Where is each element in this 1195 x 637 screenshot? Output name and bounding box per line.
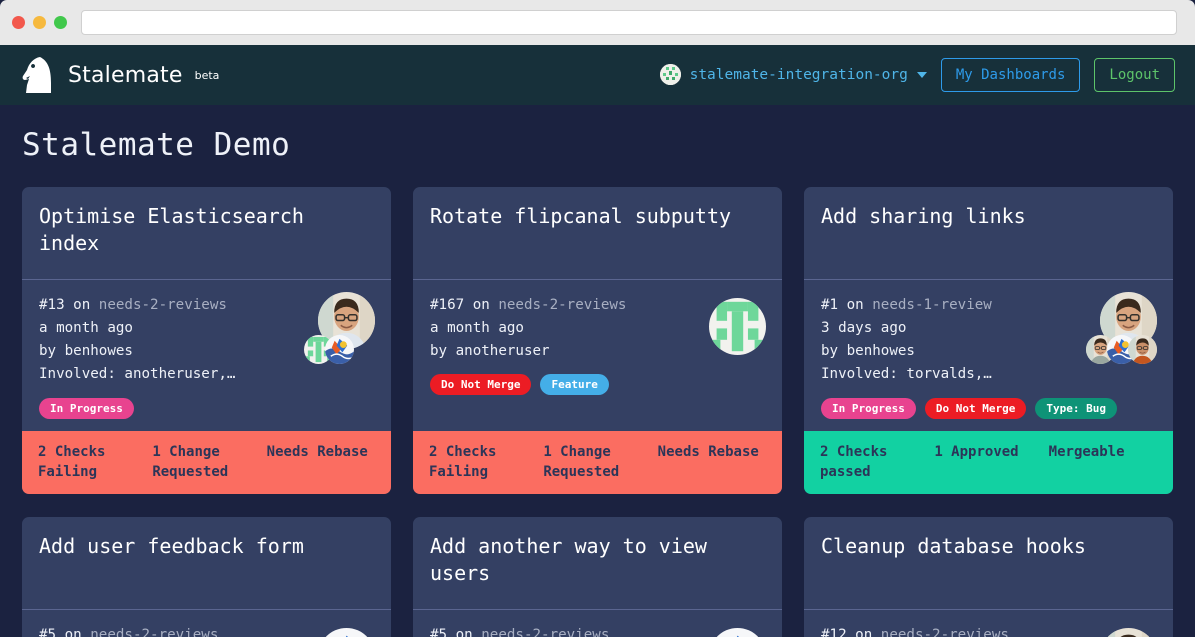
pull-request-card-grid: Optimise Elasticsearch index #13 on needs… (22, 187, 1173, 637)
card-title: Add another way to view users (430, 534, 707, 586)
minimize-window-button[interactable] (33, 16, 46, 29)
my-dashboards-button[interactable]: My Dashboards (940, 57, 1081, 93)
maximize-window-button[interactable] (54, 16, 67, 29)
on-label: on (64, 627, 91, 637)
pr-involved: Involved: anotheruser,… (39, 366, 236, 383)
pull-request-card[interactable]: Add another way to view users #5 on needs… (413, 517, 782, 637)
branch-label[interactable]: needs-1-review (872, 297, 992, 313)
card-body: #5 on needs-2-reviews (22, 610, 391, 637)
org-avatar-icon (659, 64, 681, 86)
logout-button[interactable]: Logout (1094, 57, 1175, 93)
pull-request-card[interactable]: Cleanup database hooks #12 on needs-2-rev… (804, 517, 1173, 637)
card-body: #1 on needs-1-review 3 days ago by benhowe… (804, 280, 1173, 431)
window-controls (12, 16, 67, 29)
page-content: Stalemate Demo Optimise Elasticsearch in… (0, 105, 1195, 637)
card-body: #5 on needs-2-reviews (413, 610, 782, 637)
branch-label[interactable]: needs-2-reviews (498, 297, 626, 313)
label-badges: In Progress Do Not Merge Type: Bug (821, 397, 1156, 419)
card-status-footer: 2 Checks passed 1 Approved Mergeable (804, 430, 1173, 495)
pr-number: #12 (821, 627, 856, 637)
pull-request-card[interactable]: Add user feedback form #5 on needs-2-revi… (22, 517, 391, 637)
card-status-footer: 2 Checks Failing 1 Change Requested Needs … (22, 430, 391, 495)
status-badge[interactable]: Do Not Merge (430, 374, 532, 396)
chess-knight-icon (20, 55, 56, 95)
card-title: Rotate flipcanal subputty (430, 204, 732, 228)
pull-request-card[interactable]: Add sharing links #1 on needs-1-review 3 d… (804, 187, 1173, 495)
card-title: Cleanup database hooks (821, 534, 1086, 559)
on-label: on (846, 297, 873, 313)
on-label: on (855, 627, 881, 637)
card-header: Add sharing links (804, 187, 1173, 280)
status-item: Needs Rebase (266, 443, 368, 460)
avatar-group (1086, 292, 1157, 364)
avatar-group (696, 292, 766, 364)
status-badge[interactable]: Type: Bug (1035, 397, 1117, 419)
brand-beta-tag: beta (194, 68, 220, 82)
org-name-label: stalemate-integration-org (689, 66, 908, 83)
card-header: Optimise Elasticsearch index (22, 187, 391, 280)
avatar (709, 628, 766, 637)
status-item: 2 Checks Failing (429, 443, 497, 480)
card-header: Add user feedback form (22, 517, 391, 611)
card-header: Cleanup database hooks (804, 517, 1173, 611)
status-item: Mergeable (1048, 443, 1125, 460)
org-switcher[interactable]: stalemate-integration-org (659, 64, 927, 86)
status-item: 1 Change Requested (543, 443, 620, 480)
card-body: #167 on needs-2-reviews a month ago by ano… (413, 280, 782, 431)
pull-request-card[interactable]: Optimise Elasticsearch index #13 on needs… (22, 187, 391, 495)
on-label: on (455, 627, 482, 637)
label-badges: In Progress (39, 397, 374, 419)
header-actions: stalemate-integration-org My Dashboards … (659, 57, 1175, 93)
branch-label[interactable]: needs-2-reviews (481, 627, 609, 637)
status-badge[interactable]: In Progress (821, 397, 916, 419)
branch-label[interactable]: needs-2-reviews (99, 297, 227, 313)
card-title: Add sharing links (821, 204, 1026, 228)
browser-chrome (0, 0, 1195, 45)
chevron-down-icon[interactable] (916, 71, 927, 78)
app-header: Stalemate beta stalemate-integration-org … (0, 45, 1195, 105)
card-header: Add another way to view users (413, 517, 782, 611)
branch-label[interactable]: needs-2-reviews (90, 627, 218, 637)
card-body: #12 on needs-2-reviews (804, 610, 1173, 637)
avatar (318, 628, 375, 637)
pr-number: #5 (430, 627, 456, 637)
pr-number: #167 (430, 297, 473, 313)
close-window-button[interactable] (12, 16, 25, 29)
avatar-group (696, 622, 766, 637)
avatar-group (1087, 622, 1157, 637)
avatar-group (304, 292, 375, 364)
pr-number: #5 (39, 627, 65, 637)
avatar (1100, 628, 1157, 637)
card-header: Rotate flipcanal subputty (413, 187, 782, 280)
pr-number: #1 (821, 297, 847, 313)
status-item: 1 Approved (934, 443, 1019, 460)
status-badge[interactable]: Do Not Merge (924, 397, 1027, 419)
status-item: Needs Rebase (657, 443, 759, 460)
pull-request-card[interactable]: Rotate flipcanal subputty #167 on needs-2… (413, 187, 782, 495)
status-item: 1 Change Requested (152, 443, 229, 480)
pr-involved: Involved: torvalds,… (821, 366, 992, 383)
url-bar-input[interactable] (81, 10, 1177, 35)
status-item: 2 Checks passed (820, 443, 888, 480)
card-body: #13 on needs-2-reviews a month ago by benh… (22, 280, 391, 431)
label-badges: Do Not Merge Feature (430, 374, 765, 396)
card-status-footer: 2 Checks Failing 1 Change Requested Needs … (413, 430, 782, 495)
status-badge[interactable]: In Progress (39, 397, 134, 419)
status-item: 2 Checks Failing (38, 443, 106, 480)
branch-label[interactable]: needs-2-reviews (881, 627, 1009, 637)
avatar-group (305, 622, 375, 637)
brand-name: Stalemate (68, 62, 183, 88)
status-badge[interactable]: Feature (540, 374, 609, 396)
avatar (709, 298, 766, 355)
on-label: on (472, 297, 499, 313)
page-title: Stalemate Demo (22, 127, 291, 163)
pr-number: #13 (39, 297, 74, 313)
brand-logo-link[interactable]: Stalemate beta (20, 55, 219, 95)
avatar-small (325, 335, 354, 364)
on-label: on (73, 297, 99, 313)
card-title: Add user feedback form (39, 534, 304, 559)
card-title: Optimise Elasticsearch index (39, 204, 304, 255)
avatar-small (1128, 335, 1157, 364)
